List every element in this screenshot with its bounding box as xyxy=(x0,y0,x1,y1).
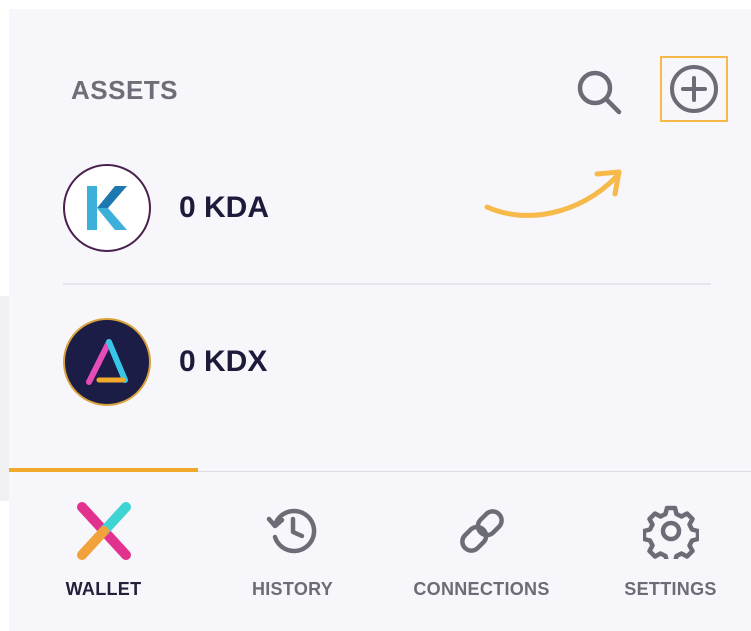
gear-icon xyxy=(639,499,703,563)
kadena-logo xyxy=(63,164,151,252)
plus-circle-icon xyxy=(670,65,718,113)
search-icon xyxy=(577,70,622,115)
add-asset-button[interactable] xyxy=(660,56,728,122)
active-tab-indicator xyxy=(9,468,198,472)
x-wallet-icon xyxy=(72,499,136,563)
history-icon xyxy=(261,499,325,563)
divider xyxy=(63,283,711,285)
tab-settings[interactable]: SETTINGS xyxy=(576,489,751,619)
tab-label: WALLET xyxy=(65,579,142,599)
wallet-screen: ASSETS 0 KDA 0 KDX WALLET HISTORY CONNEC… xyxy=(9,9,751,631)
tab-label: HISTORY xyxy=(251,579,334,599)
link-icon xyxy=(450,499,514,563)
tab-bar-divider xyxy=(198,471,751,472)
tab-history[interactable]: HISTORY xyxy=(198,489,387,619)
asset-row-kdx[interactable]: 0 KDX xyxy=(63,317,711,407)
tab-wallet[interactable]: WALLET xyxy=(9,489,198,619)
search-button[interactable] xyxy=(569,62,629,122)
tab-label: SETTINGS xyxy=(624,579,717,599)
tab-connections[interactable]: CONNECTIONS xyxy=(387,489,576,619)
tab-label: CONNECTIONS xyxy=(413,579,550,599)
asset-amount: 0 KDX xyxy=(179,345,268,378)
kaddex-logo xyxy=(63,318,151,406)
asset-row-kda[interactable]: 0 KDA xyxy=(63,163,711,253)
asset-amount: 0 KDA xyxy=(179,191,270,224)
page-title: ASSETS xyxy=(71,75,179,105)
left-edge-strip xyxy=(0,296,9,501)
